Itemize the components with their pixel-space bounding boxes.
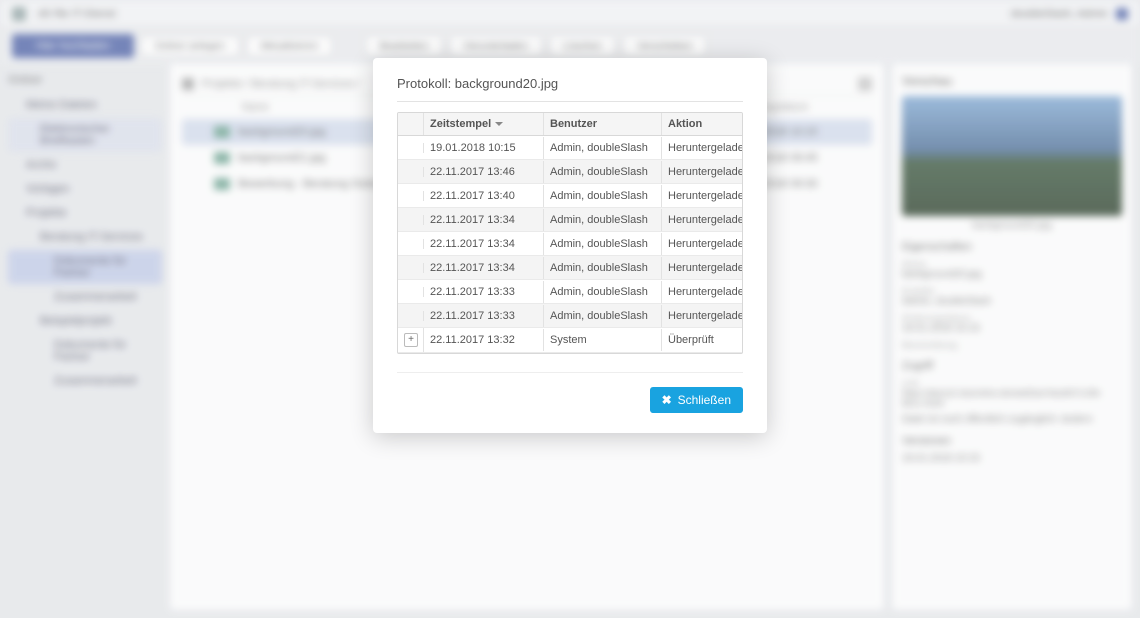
close-button-label: Schließen xyxy=(678,393,731,407)
table-row[interactable]: 22.11.2017 13:33Admin, doubleSlashHerunt… xyxy=(398,304,742,328)
sort-desc-icon xyxy=(495,122,503,126)
cell-timestamp: 22.11.2017 13:34 xyxy=(424,257,544,279)
cell-user: Admin, doubleSlash xyxy=(544,281,662,303)
table-row[interactable]: 22.11.2017 13:40Admin, doubleSlashHerunt… xyxy=(398,184,742,208)
column-user[interactable]: Benutzer xyxy=(544,113,662,135)
cell-action: Heruntergeladen xyxy=(662,281,742,303)
close-button[interactable]: ✖ Schließen xyxy=(650,387,743,413)
protocol-modal: Protokoll: background20.jpg Zeitstempel … xyxy=(373,58,767,433)
table-header: Zeitstempel Benutzer Aktion xyxy=(398,113,742,136)
cell-user: System xyxy=(544,329,662,351)
table-row[interactable]: 22.11.2017 13:46Admin, doubleSlashHerunt… xyxy=(398,160,742,184)
table-body[interactable]: 19.01.2018 10:15Admin, doubleSlashHerunt… xyxy=(398,136,742,353)
cell-timestamp: 22.11.2017 13:34 xyxy=(424,233,544,255)
cell-timestamp: 22.11.2017 13:40 xyxy=(424,185,544,207)
table-row[interactable]: 22.11.2017 13:34Admin, doubleSlashHerunt… xyxy=(398,232,742,256)
table-row[interactable]: 22.11.2017 13:34Admin, doubleSlashHerunt… xyxy=(398,208,742,232)
cell-timestamp: 22.11.2017 13:32 xyxy=(424,329,544,351)
modal-overlay: Protokoll: background20.jpg Zeitstempel … xyxy=(0,0,1140,618)
cell-action: Überprüft xyxy=(662,329,742,351)
cell-action: Heruntergeladen xyxy=(662,161,742,183)
cell-user: Admin, doubleSlash xyxy=(544,185,662,207)
modal-title: Protokoll: background20.jpg xyxy=(397,76,743,102)
cell-action: Heruntergeladen xyxy=(662,257,742,279)
cell-user: Admin, doubleSlash xyxy=(544,161,662,183)
table-row[interactable]: 19.01.2018 10:15Admin, doubleSlashHerunt… xyxy=(398,136,742,160)
cell-action: Heruntergeladen xyxy=(662,305,742,327)
cell-timestamp: 22.11.2017 13:33 xyxy=(424,305,544,327)
table-row[interactable]: +22.11.2017 13:32SystemÜberprüft xyxy=(398,328,742,353)
cell-timestamp: 22.11.2017 13:34 xyxy=(424,209,544,231)
column-expand xyxy=(398,113,424,135)
cell-user: Admin, doubleSlash xyxy=(544,209,662,231)
close-icon: ✖ xyxy=(662,393,672,407)
column-timestamp[interactable]: Zeitstempel xyxy=(424,113,544,135)
cell-timestamp: 19.01.2018 10:15 xyxy=(424,137,544,159)
cell-action: Heruntergeladen xyxy=(662,209,742,231)
expand-row-button[interactable]: + xyxy=(404,333,418,347)
protocol-table: Zeitstempel Benutzer Aktion 19.01.2018 1… xyxy=(397,112,743,354)
table-row[interactable]: 22.11.2017 13:34Admin, doubleSlashHerunt… xyxy=(398,256,742,280)
cell-user: Admin, doubleSlash xyxy=(544,257,662,279)
cell-user: Admin, doubleSlash xyxy=(544,305,662,327)
cell-action: Heruntergeladen xyxy=(662,185,742,207)
column-action[interactable]: Aktion xyxy=(662,113,742,135)
cell-user: Admin, doubleSlash xyxy=(544,137,662,159)
table-row[interactable]: 22.11.2017 13:33Admin, doubleSlashHerunt… xyxy=(398,280,742,304)
cell-user: Admin, doubleSlash xyxy=(544,233,662,255)
cell-timestamp: 22.11.2017 13:33 xyxy=(424,281,544,303)
cell-timestamp: 22.11.2017 13:46 xyxy=(424,161,544,183)
cell-action: Heruntergeladen xyxy=(662,233,742,255)
cell-action: Heruntergeladen xyxy=(662,137,742,159)
